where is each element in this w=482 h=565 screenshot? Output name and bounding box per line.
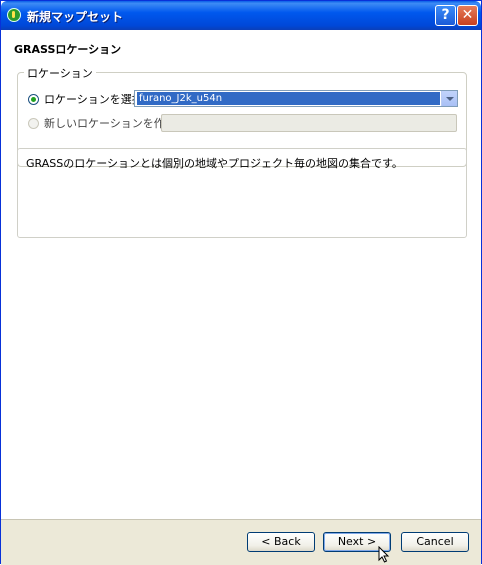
page-title: GRASSロケーション	[14, 43, 122, 56]
new-location-input[interactable]	[161, 114, 457, 132]
location-combobox-value: furano_J2k_u54n	[137, 92, 440, 105]
description-box: GRASSのロケーションとは個別の地域やプロジェクト毎の地図の集合です。	[17, 148, 467, 238]
create-location-radio[interactable]	[28, 117, 39, 129]
select-location-label[interactable]: ロケーションを選択	[44, 91, 143, 107]
cancel-button[interactable]: Cancel	[401, 532, 469, 552]
new-mapset-dialog: 新規マップセット ? ✕ GRASSロケーション ロケーション ロケーションを選…	[0, 0, 482, 565]
location-combobox[interactable]: furano_J2k_u54n	[134, 90, 458, 107]
title-bar[interactable]: 新規マップセット ? ✕	[1, 1, 481, 30]
select-location-option[interactable]: ロケーションを選択	[28, 91, 143, 107]
wizard-page: GRASSロケーション ロケーション ロケーションを選択 furano_J2k_…	[1, 30, 481, 519]
help-button[interactable]: ?	[435, 5, 456, 26]
mouse-cursor-icon	[378, 546, 390, 563]
select-location-radio[interactable]	[28, 93, 39, 105]
chevron-down-icon[interactable]	[441, 91, 457, 106]
close-button[interactable]: ✕	[457, 5, 478, 26]
back-button[interactable]: < Back	[247, 532, 315, 552]
location-group-legend: ロケーション	[24, 65, 96, 81]
qgis-app-icon	[7, 8, 21, 22]
window-title: 新規マップセット	[27, 10, 124, 24]
create-location-option[interactable]: 新しいロケーションを作成	[28, 115, 176, 131]
description-text: GRASSのロケーションとは個別の地域やプロジェクト毎の地図の集合です。	[26, 157, 403, 170]
create-location-label[interactable]: 新しいロケーションを作成	[44, 115, 176, 131]
button-bar: < Back Next > Cancel	[1, 519, 481, 565]
